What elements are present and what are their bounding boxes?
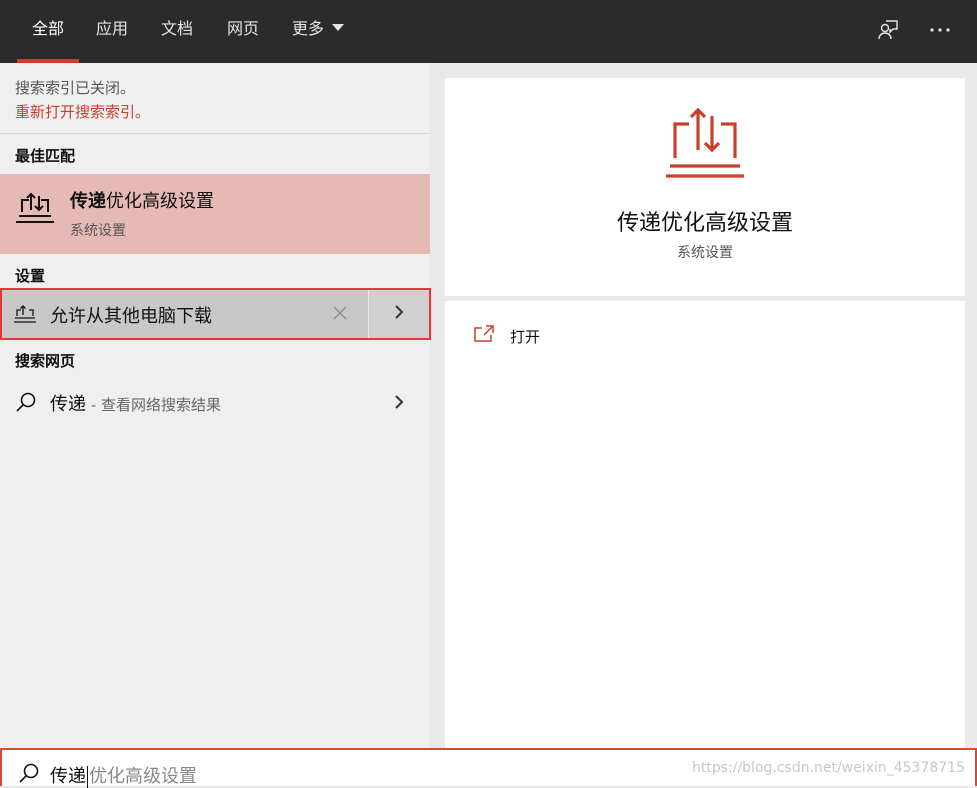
- close-icon[interactable]: [330, 303, 350, 323]
- feedback-icon[interactable]: [874, 16, 902, 44]
- tab-web[interactable]: 网页: [227, 0, 259, 63]
- search-box[interactable]: 传递 优化高级设置 https://blog.csdn.net/weixin_45…: [0, 748, 977, 788]
- best-match-subtitle: 系统设置: [70, 223, 126, 239]
- setting-result-item[interactable]: 允许从其他电脑下载: [0, 288, 431, 340]
- laptop-upload-icon: [14, 304, 36, 328]
- open-external-icon: [473, 325, 495, 347]
- detail-title: 传递优化高级设置: [616, 211, 793, 236]
- chevron-right-icon: [393, 304, 405, 324]
- web-search-query: 传递 - 查看网络搜索结果: [50, 394, 221, 415]
- results-panel: 搜索索引已关闭。 重新打开搜索索引。 最佳匹配 传递优化高级设置 系统设置 设置: [0, 63, 431, 748]
- reopen-index-link[interactable]: 重新打开搜索索引。: [15, 101, 150, 122]
- divider: [0, 133, 430, 134]
- detail-actions: 打开: [445, 301, 965, 748]
- open-action-label: 打开: [510, 328, 541, 346]
- tab-all[interactable]: 全部: [16, 0, 80, 63]
- search-input[interactable]: 传递 优化高级设置: [50, 762, 197, 788]
- search-icon: [18, 762, 40, 788]
- section-settings: 设置: [15, 267, 46, 285]
- tab-apps[interactable]: 应用: [96, 0, 128, 63]
- search-icon: [15, 391, 37, 417]
- web-search-item[interactable]: 传递 - 查看网络搜索结果: [0, 378, 430, 426]
- section-best-match: 最佳匹配: [15, 147, 76, 165]
- delivery-optimization-icon: [15, 190, 55, 234]
- detail-subtitle: 系统设置: [677, 245, 733, 261]
- delivery-optimization-icon: [664, 106, 746, 182]
- section-web: 搜索网页: [15, 352, 76, 370]
- chevron-down-icon: [332, 24, 345, 31]
- setting-result-label: 允许从其他电脑下载: [50, 306, 212, 327]
- best-match-title: 传递优化高级设置: [70, 191, 214, 212]
- watermark: https://blog.csdn.net/weixin_45378715: [691, 760, 965, 776]
- top-bar: 全部 应用 文档 网页 更多: [0, 0, 977, 63]
- tab-more[interactable]: 更多: [292, 0, 345, 63]
- expand-arrow-button[interactable]: [369, 290, 429, 338]
- tab-documents[interactable]: 文档: [161, 0, 193, 63]
- more-icon[interactable]: [926, 16, 954, 44]
- text-cursor: [87, 766, 88, 788]
- best-match-item[interactable]: 传递优化高级设置 系统设置: [0, 174, 430, 254]
- chevron-right-icon[interactable]: [393, 394, 405, 414]
- detail-header: 传递优化高级设置 系统设置: [445, 78, 965, 296]
- index-off-notice: 搜索索引已关闭。: [15, 79, 136, 97]
